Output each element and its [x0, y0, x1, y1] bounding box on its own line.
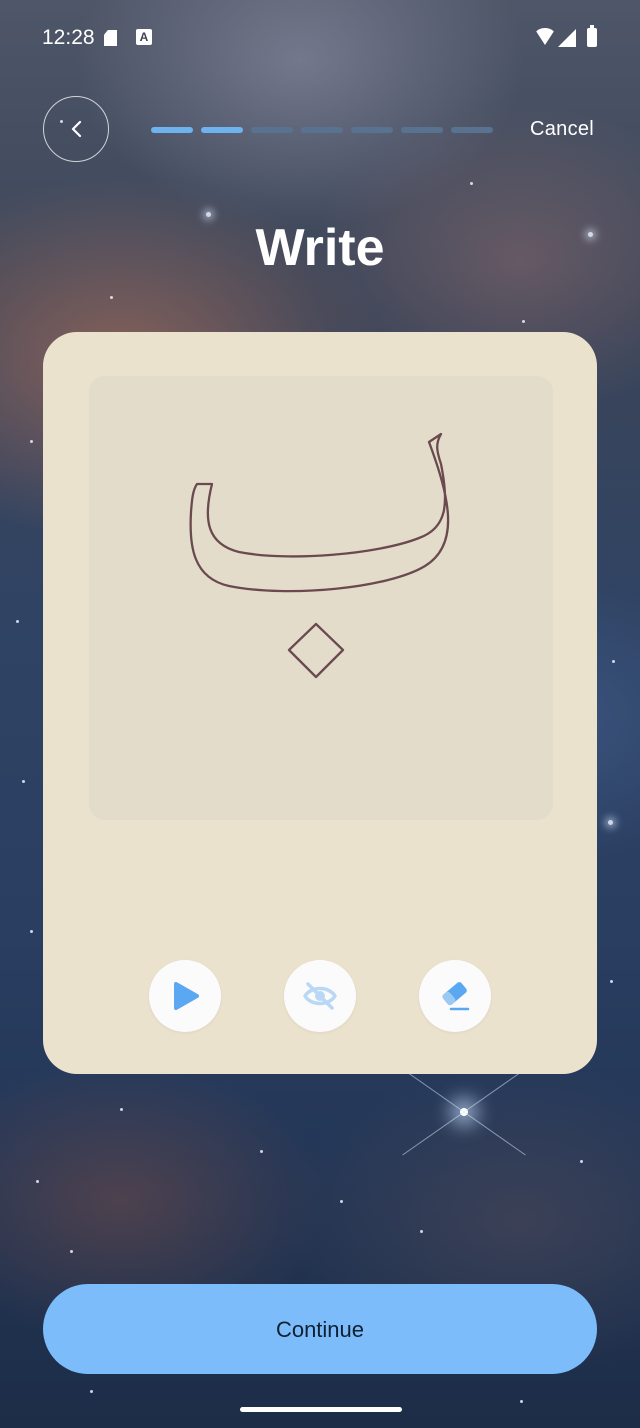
status-bar: 12:28 A	[0, 0, 640, 78]
hide-guide-button[interactable]	[284, 960, 356, 1032]
progress-segment-pending	[351, 127, 393, 133]
back-button[interactable]	[43, 96, 109, 162]
eye-off-icon	[303, 982, 337, 1010]
eraser-icon	[442, 982, 470, 1011]
battery-icon	[587, 25, 597, 47]
continue-button[interactable]: Continue	[43, 1284, 597, 1374]
progress-segment-complete	[151, 127, 193, 133]
lesson-progress-bar	[151, 127, 493, 133]
signal-icon	[558, 29, 576, 47]
a-icon: A	[136, 29, 152, 45]
page-title: Write	[255, 219, 385, 277]
progress-segment-pending	[451, 127, 493, 133]
play-button[interactable]	[149, 960, 221, 1032]
progress-segment-complete	[201, 127, 243, 133]
progress-segment-pending	[301, 127, 343, 133]
star-flare	[460, 1108, 468, 1116]
sd-card-icon	[104, 30, 117, 46]
letter-outline	[189, 432, 450, 679]
play-icon	[174, 982, 199, 1010]
cancel-button[interactable]: Cancel	[530, 118, 594, 141]
status-time: 12:28	[42, 26, 95, 49]
eraser-button[interactable]	[419, 960, 491, 1032]
progress-segment-pending	[401, 127, 443, 133]
writing-card	[43, 332, 597, 1074]
writing-canvas[interactable]	[89, 376, 553, 820]
home-indicator	[240, 1407, 402, 1412]
progress-segment-pending	[251, 127, 293, 133]
chevron-left-icon	[71, 120, 82, 138]
wifi-icon	[534, 28, 556, 45]
